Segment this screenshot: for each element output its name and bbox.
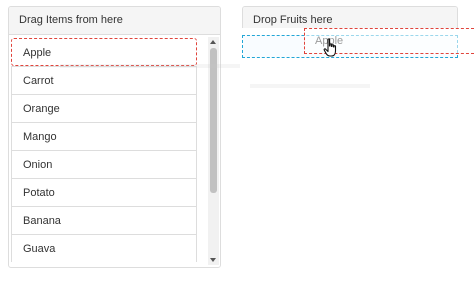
list-item-mango[interactable]: Mango [11,122,197,150]
list-item-orange[interactable]: Orange [11,94,197,122]
draggable-item-list: Apple Carrot Orange Mango Onion Potato B… [11,38,197,262]
list-item-banana[interactable]: Banana [11,206,197,234]
drop-target-panel: Drop Fruits here [242,6,458,28]
hand-cursor-icon [323,38,337,57]
drag-source-panel-title: Drag Items from here [9,7,220,35]
list-item-guava[interactable]: Guava [11,234,197,262]
list-item-onion[interactable]: Onion [11,150,197,178]
list-item-carrot[interactable]: Carrot [11,66,197,94]
list-item-apple[interactable]: Apple [11,38,197,66]
scrollbar-thumb[interactable] [210,48,217,193]
drag-motion-streak [250,84,370,88]
scroll-down-arrow-icon[interactable] [210,258,216,262]
list-item-potato[interactable]: Potato [11,178,197,206]
scroll-up-arrow-icon[interactable] [210,40,216,44]
list-scrollbar[interactable] [208,37,219,265]
drag-motion-streak [60,64,240,68]
drop-target-panel-title: Drop Fruits here [243,7,457,28]
